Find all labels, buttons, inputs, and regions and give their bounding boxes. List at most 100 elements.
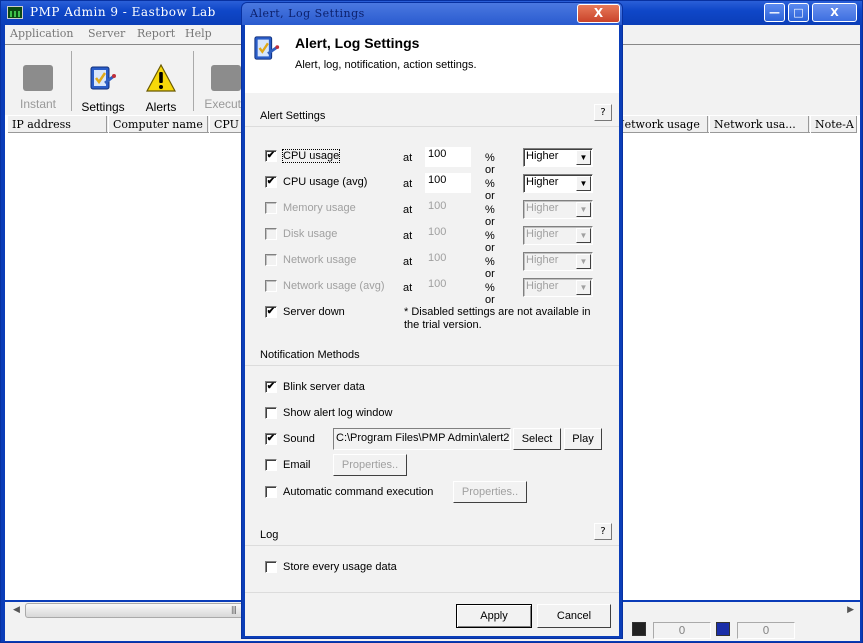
at-label: at	[403, 230, 413, 242]
show-alert-log-label[interactable]: Show alert log window	[283, 407, 392, 419]
scroll-right-icon[interactable]: ▶	[847, 605, 854, 615]
select-value: Higher	[526, 254, 559, 266]
dialog-title: Alert, Log Settings	[250, 7, 365, 20]
chevron-down-icon: ▼	[576, 280, 591, 295]
dialog-header-title: Alert, Log Settings	[295, 35, 420, 51]
column-header-note-a[interactable]: Note-A	[810, 116, 857, 133]
sound-play-button[interactable]: Play	[564, 428, 602, 450]
column-header-network-usage-avg[interactable]: Network usa...	[709, 116, 809, 133]
blink-server-data-label[interactable]: Blink server data	[283, 381, 365, 393]
server-down-label[interactable]: Server down	[283, 306, 345, 318]
apply-button[interactable]: Apply	[456, 604, 532, 628]
column-header-ip[interactable]: IP address	[7, 116, 107, 133]
chevron-down-icon: ▼	[576, 228, 591, 243]
section-divider	[245, 365, 619, 366]
column-header-network-usage[interactable]: Network usage	[610, 116, 708, 133]
dialog-titlebar[interactable]: Alert, Log Settings X	[242, 3, 622, 25]
toolbar-alerts-button[interactable]: Alerts	[130, 53, 192, 114]
toolbar-label: Settings	[81, 100, 125, 114]
close-button[interactable]: X	[812, 3, 857, 22]
blink-server-data-checkbox[interactable]: ✔	[265, 381, 277, 393]
toolbar-label: Alerts	[145, 100, 177, 114]
select-value: Higher	[526, 280, 559, 292]
window-title: PMP Admin 9 - Eastbow Lab	[30, 5, 216, 19]
log-help-button[interactable]: ?	[594, 523, 612, 540]
chevron-down-icon[interactable]: ▼	[576, 150, 591, 165]
show-alert-log-checkbox[interactable]	[265, 407, 277, 419]
minimize-button[interactable]: —	[764, 3, 785, 22]
computer-online-icon	[716, 622, 730, 636]
network-usage-avg-checkbox	[265, 280, 277, 292]
server-down-checkbox[interactable]: ✔	[265, 306, 277, 318]
alert-icon	[145, 63, 177, 92]
sound-select-button[interactable]: Select	[513, 428, 561, 450]
auto-command-checkbox[interactable]	[265, 486, 277, 498]
percent-or-label: % or	[485, 178, 495, 202]
grip-icon: |||	[230, 605, 237, 614]
cancel-button[interactable]: Cancel	[537, 604, 611, 628]
disk-usage-comparison-select: Higher ▼	[523, 226, 593, 245]
store-usage-data-label[interactable]: Store every usage data	[283, 561, 397, 573]
cpu-usage-avg-checkbox[interactable]: ✔	[265, 176, 277, 188]
memory-usage-comparison-select: Higher ▼	[523, 200, 593, 219]
network-usage-avg-label: Network usage (avg)	[283, 280, 385, 292]
sound-checkbox[interactable]: ✔	[265, 433, 277, 445]
menu-help[interactable]: Help	[185, 27, 212, 40]
cpu-usage-avg-label[interactable]: CPU usage (avg)	[283, 176, 367, 188]
alert-settings-heading: Alert Settings	[260, 110, 326, 122]
network-usage-avg-threshold-input: 100	[425, 277, 471, 297]
sound-file-path-field[interactable]: C:\Program Files\PMP Admin\alert2.wav	[333, 428, 511, 450]
percent-or-label: % or	[485, 230, 495, 254]
at-label: at	[403, 152, 413, 164]
cpu-usage-label[interactable]: CPU usage	[281, 149, 341, 163]
trial-note: * Disabled settings are not available in…	[404, 306, 591, 331]
column-header-computer-name[interactable]: Computer name	[108, 116, 208, 133]
sound-label[interactable]: Sound	[283, 433, 315, 445]
toolbar-separator	[193, 51, 194, 111]
maximize-button[interactable]: □	[788, 3, 809, 22]
disk-usage-label: Disk usage	[283, 228, 338, 240]
scroll-left-icon[interactable]: ◀	[13, 605, 20, 615]
alert-log-settings-dialog: Alert, Log Settings X Alert, Log Setting…	[241, 2, 623, 639]
settings-icon	[254, 36, 280, 60]
cpu-usage-threshold-input[interactable]: 100	[425, 147, 471, 167]
email-label[interactable]: Email	[283, 459, 311, 471]
cpu-usage-comparison-select[interactable]: Higher ▼	[523, 148, 593, 167]
toolbar-label: Instant	[19, 97, 57, 111]
toolbar-settings-button[interactable]: Settings	[72, 53, 134, 114]
select-value: Higher	[526, 176, 559, 188]
select-value: Higher	[526, 202, 559, 214]
cpu-usage-avg-threshold-input[interactable]: 100	[425, 173, 471, 193]
chevron-down-icon[interactable]: ▼	[576, 176, 591, 191]
percent-or-label: % or	[485, 256, 495, 280]
dialog-header: Alert, Log Settings Alert, log, notifica…	[245, 25, 619, 93]
execute-icon	[211, 65, 241, 91]
network-usage-checkbox	[265, 254, 277, 266]
at-label: at	[403, 256, 413, 268]
status-count-a: 0	[653, 622, 711, 639]
cpu-usage-avg-comparison-select[interactable]: Higher ▼	[523, 174, 593, 193]
computer-icon	[632, 622, 646, 636]
at-label: at	[403, 282, 413, 294]
chevron-down-icon: ▼	[576, 254, 591, 269]
auto-command-label[interactable]: Automatic command execution	[283, 486, 433, 498]
menu-server[interactable]: Server	[88, 27, 125, 40]
network-usage-avg-comparison-select: Higher ▼	[523, 278, 593, 297]
memory-usage-label: Memory usage	[283, 202, 356, 214]
store-usage-data-checkbox[interactable]	[265, 561, 277, 573]
scroll-thumb[interactable]: |||	[25, 603, 245, 618]
network-usage-comparison-select: Higher ▼	[523, 252, 593, 271]
menu-report[interactable]: Report	[137, 27, 175, 40]
status-count-b: 0	[737, 622, 795, 639]
notify-row-sound: ✔ Sound C:\Program Files\PMP Admin\alert…	[265, 428, 605, 450]
chevron-down-icon: ▼	[576, 202, 591, 217]
dialog-close-button[interactable]: X	[577, 4, 620, 23]
memory-usage-checkbox	[265, 202, 277, 214]
at-label: at	[403, 178, 413, 190]
alert-help-button[interactable]: ?	[594, 104, 612, 121]
at-label: at	[403, 204, 413, 216]
toolbar-instant-button[interactable]: Instant	[7, 53, 69, 111]
cpu-usage-checkbox[interactable]: ✔	[265, 150, 277, 162]
email-checkbox[interactable]	[265, 459, 277, 471]
menu-application[interactable]: Application	[10, 27, 73, 40]
